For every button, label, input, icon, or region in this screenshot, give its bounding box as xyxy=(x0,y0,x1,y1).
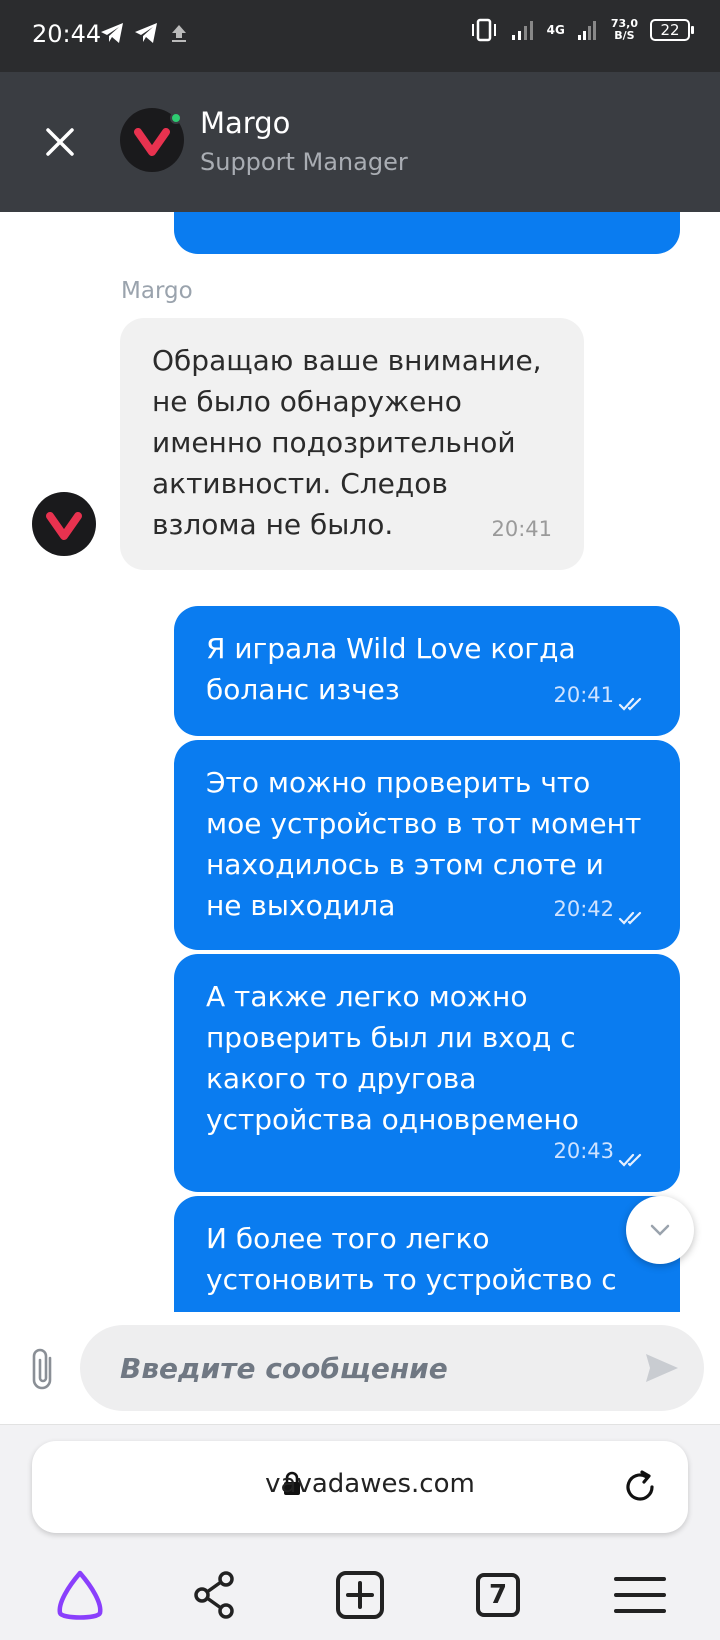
message-bubble-outgoing xyxy=(174,212,680,254)
message-bubble-outgoing: А также легко можно проверить был ли вхо… xyxy=(174,954,680,1192)
message-sender: Margo xyxy=(121,278,193,304)
avatar xyxy=(32,492,96,556)
double-check-icon xyxy=(618,911,642,925)
chat-messages[interactable]: Margo Обращаю ваше внимание, не было обн… xyxy=(0,212,720,1312)
battery-indicator: 22 xyxy=(650,19,694,41)
message-time: 20:43 xyxy=(553,1139,614,1163)
message-bubble-outgoing: И более того легко устоновить то устройс… xyxy=(174,1196,680,1312)
signal-icon xyxy=(577,21,596,40)
url-text: vavadawes.com xyxy=(265,1469,475,1499)
vibrate-icon xyxy=(471,18,496,42)
status-bar: 20:44 4G 73,0 B/S 22 xyxy=(0,0,720,72)
chevron-down-icon xyxy=(650,1224,670,1236)
alice-assistant-icon[interactable] xyxy=(50,1565,110,1625)
message-text: И более того легко устоновить то устройс… xyxy=(206,1222,617,1296)
share-icon[interactable] xyxy=(186,1565,246,1625)
message-bubble-outgoing: Это можно проверить что мое устройство в… xyxy=(174,740,680,950)
message-time: 20:41 xyxy=(491,517,552,541)
message-time: 20:42 xyxy=(553,897,614,921)
online-status-dot xyxy=(170,112,182,124)
menu-icon[interactable] xyxy=(610,1565,670,1625)
message-input[interactable] xyxy=(80,1325,704,1411)
address-bar[interactable]: vavadawes.com xyxy=(32,1441,688,1533)
message-text: А также легко можно проверить был ли вхо… xyxy=(206,980,579,1136)
paperclip-icon[interactable] xyxy=(26,1346,62,1392)
new-tab-icon[interactable] xyxy=(330,1565,390,1625)
telegram-icon xyxy=(101,23,123,43)
message-text: Я играла Wild Love когда боланс изчез xyxy=(206,632,576,706)
message-text: Обращаю ваше внимание, не было обнаружен… xyxy=(152,344,542,541)
message-composer xyxy=(0,1312,720,1424)
tabs-count: 7 xyxy=(476,1573,520,1617)
reload-icon[interactable] xyxy=(620,1467,660,1507)
network-type: 4G xyxy=(546,23,565,37)
browser-toolbar: vavadawes.com 7 xyxy=(0,1424,720,1640)
brand-logo-icon xyxy=(46,512,82,540)
telegram-icon xyxy=(135,23,157,43)
scroll-to-bottom-button[interactable] xyxy=(626,1196,694,1264)
double-check-icon xyxy=(618,1153,642,1167)
double-check-icon xyxy=(618,697,642,711)
message-time: 20:41 xyxy=(553,683,614,707)
chat-header: Margo Support Manager xyxy=(0,72,720,212)
message-bubble-incoming: Обращаю ваше внимание, не было обнаружен… xyxy=(120,318,584,570)
signal-icon xyxy=(511,21,533,40)
message-bubble-outgoing: Я играла Wild Love когда боланс изчез 20… xyxy=(174,606,680,736)
close-icon[interactable] xyxy=(40,122,80,162)
status-time: 20:44 xyxy=(32,20,102,48)
tabs-button[interactable]: 7 xyxy=(476,1573,536,1633)
contact-name: Margo xyxy=(200,106,291,140)
send-icon[interactable] xyxy=(644,1350,680,1386)
upload-icon xyxy=(172,25,186,42)
network-speed: 73,0 B/S xyxy=(610,17,638,42)
contact-role: Support Manager xyxy=(200,148,408,176)
